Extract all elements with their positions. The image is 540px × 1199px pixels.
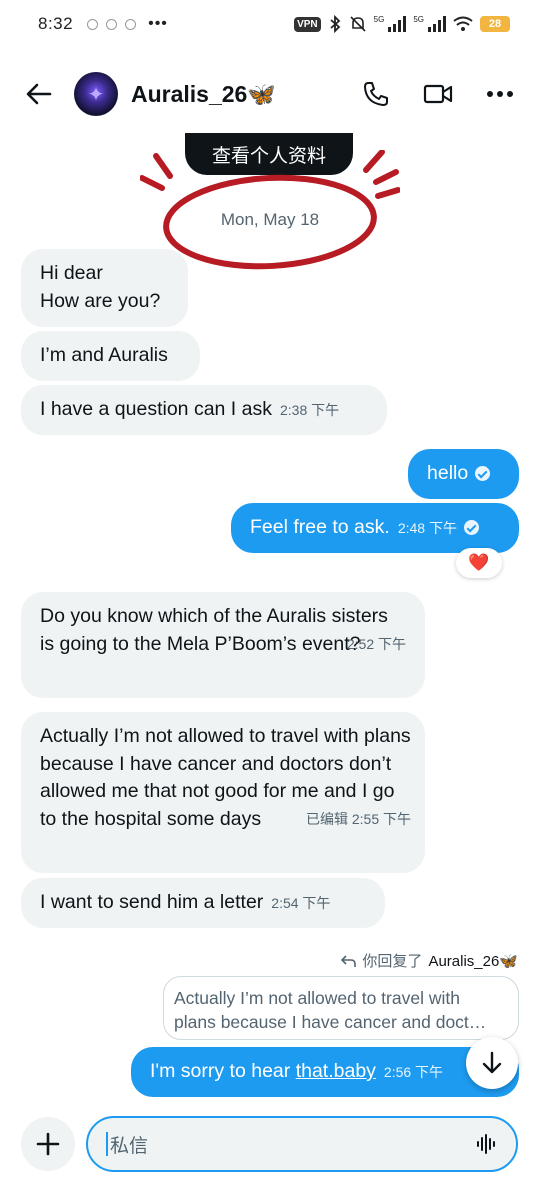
notification-icons [87,18,137,30]
message-bubble[interactable]: I’m and Auralis [21,331,200,381]
message-bubble[interactable]: Hi dear How are you? [21,249,188,327]
add-media-button[interactable] [21,1117,75,1171]
arrow-down-icon [482,1051,502,1074]
vpn-icon: VPN [294,16,321,32]
message-text: Feel free to ask. [250,516,390,538]
notification-icon [106,18,118,30]
message-text: Hi dear [40,262,103,284]
message-timestamp: 2:56 下午 [383,1064,444,1080]
message-bubble[interactable]: Do you know which of the Auralis sisters… [21,592,425,698]
message-text: hello [427,462,469,484]
message-bubble[interactable]: I have a question can I ask 2:38 下午 [21,385,387,435]
date-separator: Mon, May 18 [220,210,320,229]
sim2-label: 5G [413,15,424,24]
notification-icon [125,18,137,30]
message-input[interactable]: 私信 [86,1116,518,1172]
message-input-placeholder: 私信 [110,1135,149,1157]
voice-message-icon[interactable] [476,1133,498,1155]
text-caret [106,1132,108,1156]
video-camera-icon [423,84,453,104]
message-timestamp: 2:48 下午 [397,520,457,536]
mute-icon [350,16,366,32]
back-arrow-icon[interactable] [24,79,54,109]
conversation-header: ✦ Auralis_26🦋 [0,60,540,128]
message-bubble[interactable]: I want to send him a letter 2:54 下午 [21,878,385,928]
status-time: 8:32 [38,14,74,33]
view-profile-button[interactable]: 查看个人资料 [185,133,353,175]
call-button[interactable] [360,78,392,110]
message-bubble[interactable]: I'm sorry to hear that.baby 2:56 下午 [131,1047,519,1097]
phone-icon [364,82,388,106]
more-options-button[interactable] [484,78,516,110]
bluetooth-icon [330,15,340,33]
message-text: I'm sorry to hear [150,1060,296,1082]
battery-icon: 28 [480,16,510,32]
message-text: Do you know which of the Auralis sisters… [40,605,388,655]
signal-icon [388,16,407,32]
message-timestamp: 2:38 下午 [279,402,340,418]
heart-reaction[interactable]: ❤️ [456,548,502,578]
butterfly-icon: ✦ [87,83,105,106]
signal-icon [428,16,446,32]
read-check-icon [475,466,491,481]
message-bubble[interactable]: hello [408,449,519,499]
message-link[interactable]: that.baby [296,1060,376,1082]
message-bubble[interactable]: Actually I’m not allowed to travel with … [21,712,425,873]
message-bubble[interactable]: Feel free to ask. 2:48 下午 [231,503,519,553]
message-composer: 私信 [0,1100,540,1199]
reply-label: 你回复了 [362,953,423,970]
ellipsis-icon [487,91,513,97]
plus-icon [36,1132,60,1156]
quoted-text: plans because I have cancer and doct… [174,1012,487,1032]
reply-indicator: 你回复了 Auralis_26🦋 [340,950,518,971]
video-call-button[interactable] [422,78,454,110]
message-text: How are you? [40,289,161,312]
quoted-text: Actually I’m not allowed to travel with [174,988,460,1008]
message-text: I have a question can I ask [40,398,272,420]
message-text: I’m and Auralis [40,344,168,366]
heart-icon: ❤️ [468,553,490,572]
read-check-icon [463,520,479,535]
more-notifications-icon: ••• [148,15,168,32]
status-bar: 8:32 ••• VPN 5G 5G 28 [0,0,540,48]
scroll-to-bottom-button[interactable] [466,1037,518,1089]
reply-to-name: Auralis_26🦋 [428,952,518,970]
conversation-title[interactable]: Auralis_26🦋 [131,81,276,108]
quoted-message[interactable]: Actually I’m not allowed to travel with … [163,976,519,1040]
wifi-icon [453,16,473,31]
message-text: I want to send him a letter [40,891,264,913]
message-timestamp: 2:54 下午 [271,895,331,911]
avatar[interactable]: ✦ [74,72,118,116]
notification-icon [87,18,99,30]
reply-arrow-icon [341,954,357,967]
sim1-label: 5G [373,15,385,24]
